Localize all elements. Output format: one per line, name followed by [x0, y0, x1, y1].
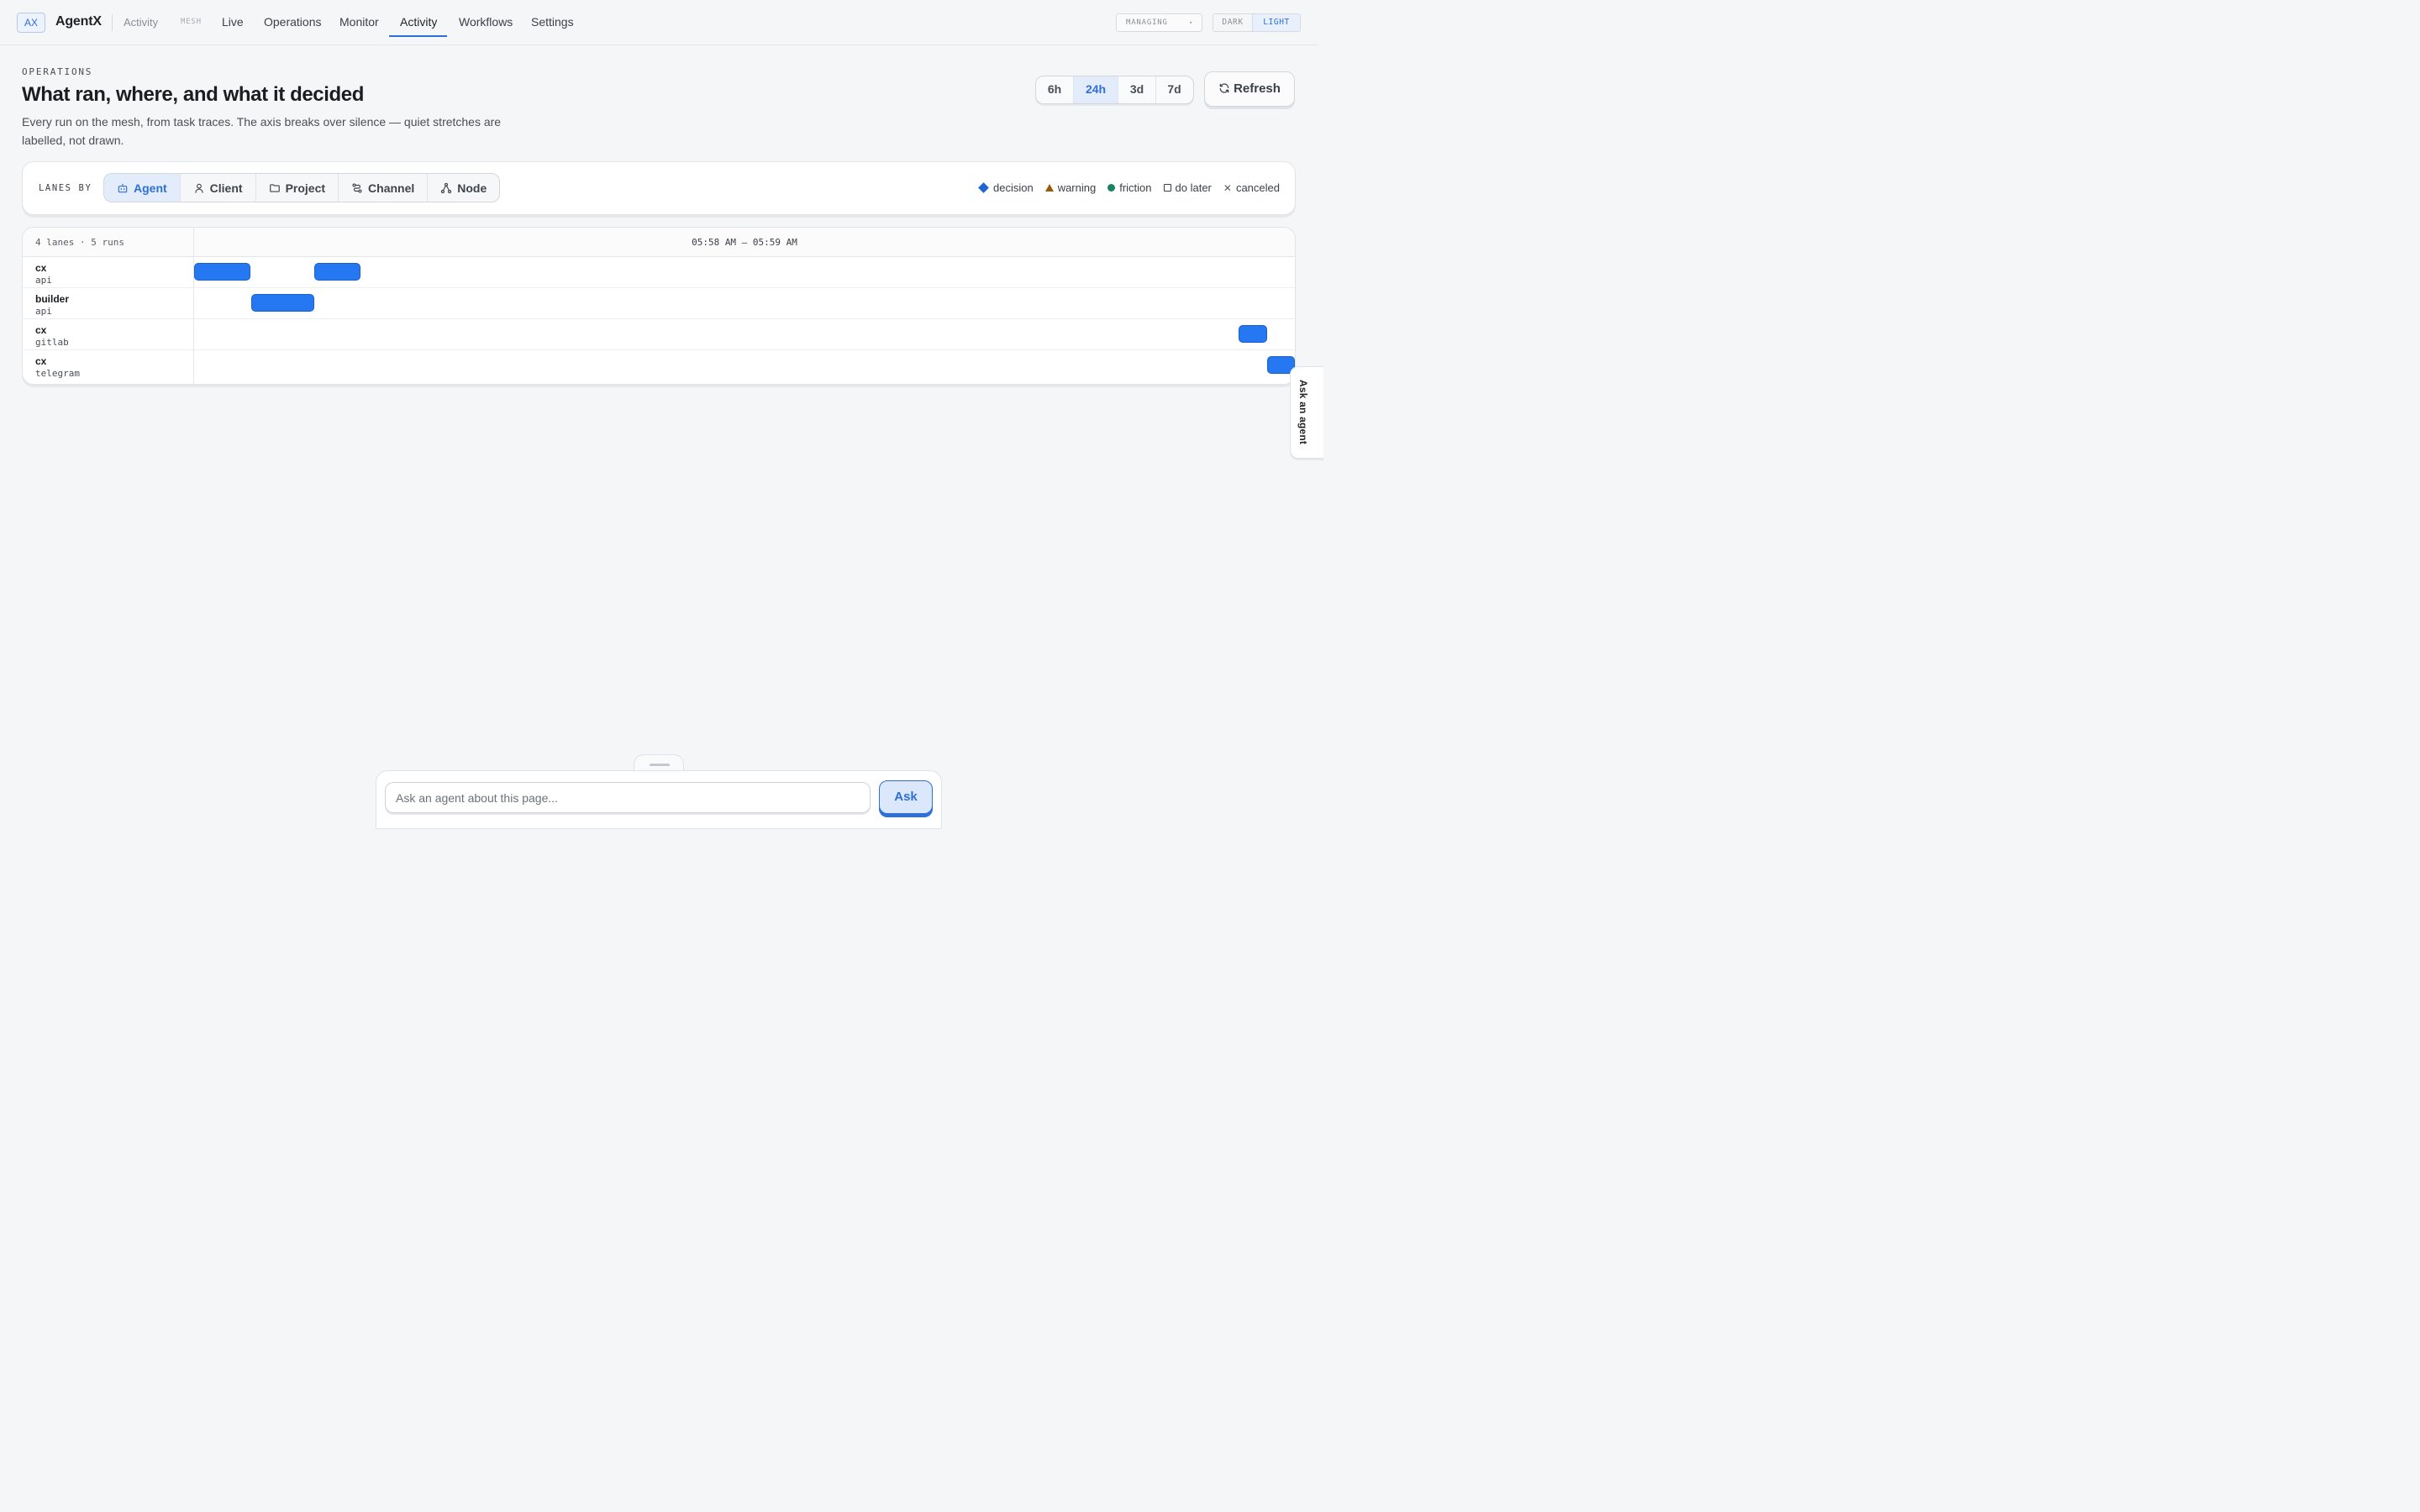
lane-option-label: Project	[285, 181, 326, 195]
triangle-icon	[1044, 184, 1054, 192]
bot-icon	[118, 183, 128, 192]
legend-do-later: do later	[1163, 181, 1212, 194]
refresh-label: Refresh	[1234, 81, 1281, 96]
operations-page: AX AgentX Activity MESH Live Operations …	[0, 0, 1323, 829]
page-description: Every run on the mesh, from task traces.…	[22, 115, 502, 147]
lane-channel-name: api	[35, 275, 52, 286]
managing-label: MANAGING	[1126, 18, 1168, 27]
user-icon	[195, 183, 203, 193]
refresh-icon	[1219, 83, 1229, 93]
lane-option-node[interactable]: Node	[428, 174, 499, 202]
lane-agent-name: cx	[35, 355, 47, 367]
lane-agent-name: builder	[35, 293, 70, 305]
page-title: What ran, where, and what it decided	[22, 83, 364, 106]
range-3d-button[interactable]: 3d	[1118, 76, 1156, 103]
mesh-tag: MESH	[181, 18, 202, 26]
run-bar[interactable]	[313, 263, 360, 281]
timeline-time-range: 05:58 AM – 05:59 AM	[692, 237, 797, 248]
lane-option-label: Client	[209, 181, 243, 195]
page-eyebrow: OPERATIONS	[22, 66, 93, 77]
ask-input[interactable]	[385, 782, 871, 813]
nav-link-monitor[interactable]: Monitor	[339, 15, 379, 29]
x-icon: ✕	[1223, 181, 1232, 194]
timeline-header: 4 lanes · 5 runs 05:58 AM – 05:59 AM	[23, 228, 1295, 257]
legend-label: canceled	[1235, 181, 1280, 194]
lane-channel-name: gitlab	[35, 337, 69, 348]
activity-timeline: 4 lanes · 5 runs 05:58 AM – 05:59 AM cx a…	[22, 227, 1296, 385]
side-tab-label: Ask an agent	[1297, 380, 1309, 445]
legend-label: friction	[1119, 181, 1152, 194]
square-icon	[1163, 184, 1171, 192]
theme-toggle: DARK LIGHT	[1213, 13, 1301, 32]
network-icon	[441, 182, 452, 193]
timeline-lane: cx gitlab	[23, 319, 1295, 350]
brand-divider	[112, 14, 113, 31]
event-legend: decision warning friction do later ✕ can…	[978, 181, 1280, 194]
legend-decision: decision	[978, 181, 1034, 194]
nav-link-workflows[interactable]: Workflows	[459, 15, 513, 29]
lane-agent-name: cx	[35, 262, 47, 274]
lanes-by-bar: LANES BY Agent Client Project Channel No…	[22, 161, 1296, 215]
diamond-icon	[978, 182, 989, 193]
time-range-selector: 6h 24h 3d 7d	[1035, 76, 1194, 104]
theme-light-button[interactable]: LIGHT	[1253, 14, 1300, 31]
range-24h-button[interactable]: 24h	[1074, 76, 1118, 103]
lane-channel-name: telegram	[35, 368, 80, 379]
lane-channel-name: api	[35, 306, 52, 317]
timeline-lane: cx telegram	[23, 350, 1295, 381]
lane-grouping-selector: Agent Client Project Channel Node	[103, 173, 501, 202]
nav-link-operations[interactable]: Operations	[264, 15, 321, 29]
route-icon	[352, 182, 362, 193]
top-nav: AX AgentX Activity MESH Live Operations …	[0, 0, 1318, 45]
run-bar[interactable]	[1239, 325, 1268, 343]
ask-button[interactable]: Ask	[879, 780, 933, 814]
theme-dark-button[interactable]: DARK	[1213, 14, 1254, 31]
run-bar[interactable]	[251, 294, 314, 312]
active-nav-indicator	[389, 35, 447, 37]
lane-option-project[interactable]: Project	[256, 174, 339, 202]
lane-agent-name: cx	[35, 324, 47, 336]
lanes-by-label: LANES BY	[39, 183, 92, 193]
refresh-button[interactable]: Refresh	[1204, 71, 1295, 107]
nav-link-activity[interactable]: Activity	[400, 15, 437, 29]
legend-label: do later	[1175, 181, 1212, 194]
legend-friction: friction	[1107, 181, 1152, 194]
range-7d-button[interactable]: 7d	[1156, 76, 1192, 103]
timeline-lane: cx api	[23, 257, 1295, 288]
lane-option-client[interactable]: Client	[181, 174, 256, 202]
drag-handle-icon	[650, 764, 670, 766]
legend-label: warning	[1057, 181, 1097, 194]
timeline-summary: 4 lanes · 5 runs	[35, 237, 124, 248]
nav-link-live[interactable]: Live	[222, 15, 244, 29]
ask-agent-side-tab[interactable]: Ask an agent	[1290, 366, 1323, 459]
chevron-down-icon: ▾	[1188, 19, 1193, 26]
brand-mark[interactable]: AX	[17, 13, 45, 33]
lane-option-label: Agent	[134, 181, 167, 195]
timeline-lane: builder api	[23, 288, 1295, 319]
lane-option-channel[interactable]: Channel	[339, 174, 429, 202]
range-6h-button[interactable]: 6h	[1036, 76, 1074, 103]
dot-icon	[1107, 184, 1116, 192]
legend-label: decision	[992, 181, 1034, 194]
brand-name[interactable]: AgentX	[55, 14, 102, 29]
nav-link-settings[interactable]: Settings	[531, 15, 574, 29]
lane-option-label: Node	[457, 181, 487, 195]
legend-warning: warning	[1044, 181, 1097, 194]
run-bar[interactable]	[194, 263, 250, 281]
legend-canceled: ✕ canceled	[1223, 181, 1280, 194]
ask-bar: Ask	[376, 770, 942, 829]
brand-section: Activity	[124, 16, 159, 29]
lane-option-agent[interactable]: Agent	[104, 174, 181, 202]
managing-dropdown[interactable]: MANAGING ▾	[1116, 13, 1202, 32]
folder-icon	[269, 183, 280, 192]
lane-option-label: Channel	[368, 181, 415, 195]
